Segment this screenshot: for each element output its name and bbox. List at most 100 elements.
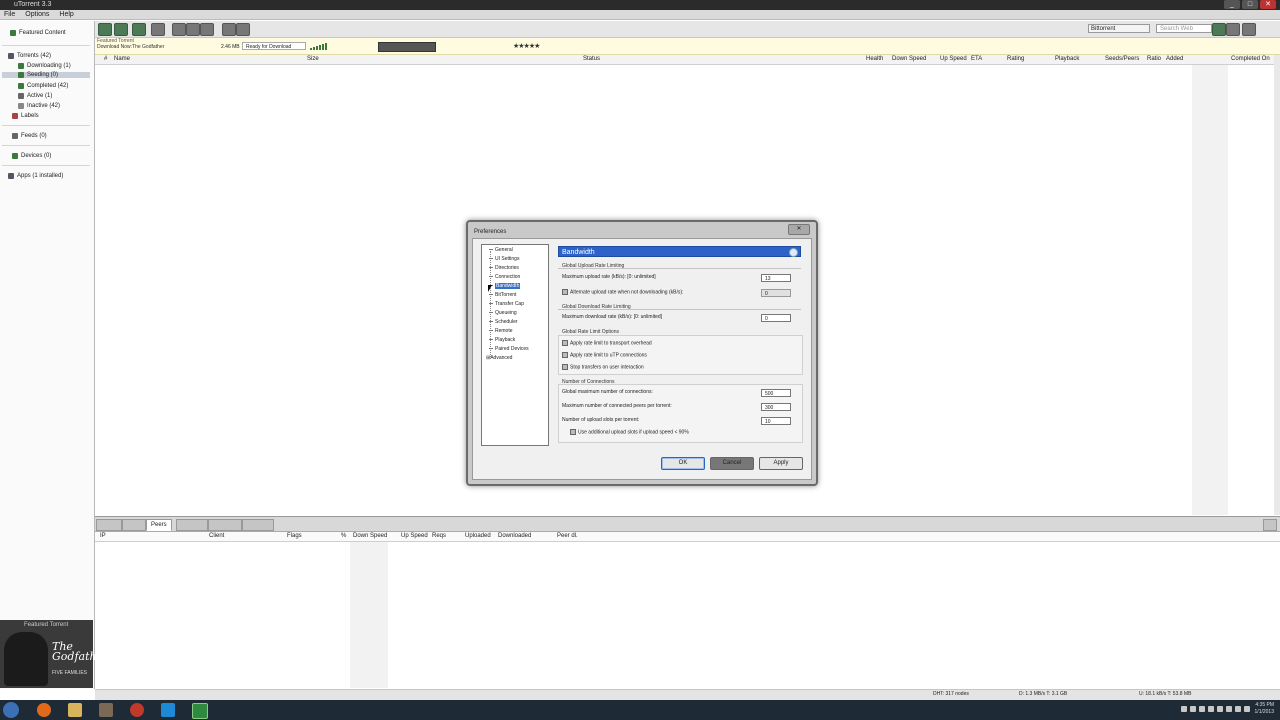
peer-col-flags[interactable]: Flags — [287, 533, 302, 539]
tray-icon[interactable] — [1235, 706, 1241, 712]
col-up-speed[interactable]: Up Speed — [940, 56, 967, 62]
peers-per-torrent-input[interactable]: 300 — [761, 403, 791, 411]
collapse-panel-icon[interactable] — [1263, 519, 1277, 531]
col-size[interactable]: Size — [307, 56, 319, 62]
create-torrent-icon[interactable] — [132, 23, 146, 36]
close-window-button[interactable]: ✕ — [1260, 0, 1276, 9]
banner-title[interactable]: Download Now:The Godfather — [97, 44, 164, 50]
minimize-button[interactable]: _ — [1224, 0, 1240, 9]
tree-item-advanced[interactable]: ⊞Advanced — [486, 355, 512, 361]
menu-options[interactable]: Options — [25, 10, 49, 19]
tray-icon[interactable] — [1226, 706, 1232, 712]
sidebar-item-devices[interactable]: Devices (0) — [12, 153, 51, 159]
alt-upload-checkbox[interactable]: Alternate upload rate when not downloadi… — [562, 289, 683, 295]
overhead-checkbox[interactable]: Apply rate limit to transport overhead — [562, 340, 652, 346]
chat-icon[interactable] — [1226, 23, 1240, 36]
ok-button[interactable]: OK — [661, 457, 705, 470]
tray-icon[interactable] — [1244, 706, 1250, 712]
skype-icon[interactable] — [161, 703, 175, 717]
tab-files[interactable] — [96, 519, 122, 531]
sidebar-item-inactive[interactable]: Inactive (42) — [18, 103, 60, 109]
maximize-button[interactable]: □ — [1242, 0, 1258, 9]
start-icon[interactable] — [172, 23, 186, 36]
col-playback[interactable]: Playback — [1055, 56, 1079, 62]
max-upload-input[interactable]: 13 — [761, 274, 791, 282]
app-icon[interactable] — [99, 703, 113, 717]
record-icon[interactable] — [130, 703, 144, 717]
sidebar-item-downloading[interactable]: Downloading (1) — [18, 63, 71, 69]
settings-gear-icon[interactable] — [1242, 23, 1256, 36]
tree-item-ui-settings[interactable]: UI Settings — [489, 256, 519, 262]
apply-button[interactable]: Apply — [759, 457, 803, 470]
pause-icon[interactable] — [186, 23, 200, 36]
sidebar-item-completed[interactable]: Completed (42) — [18, 83, 68, 89]
peer-col-peer-dl[interactable]: Peer dl. — [557, 533, 578, 539]
tree-item-bandwidth[interactable]: Bandwidth — [489, 283, 521, 289]
tray-icon[interactable] — [1217, 706, 1223, 712]
col-status[interactable]: Status — [583, 56, 600, 62]
stop-transfers-checkbox[interactable]: Stop transfers on user interaction — [562, 364, 644, 370]
tree-item-queueing[interactable]: Queueing — [489, 310, 517, 316]
col-seeds-peers[interactable]: Seeds/Peers — [1105, 56, 1139, 62]
featured-torrent-ad[interactable]: Featured Torrent The Godfather FIVE FAMI… — [0, 620, 108, 688]
tray-icon[interactable] — [1208, 706, 1214, 712]
max-download-input[interactable]: 0 — [761, 314, 791, 322]
peer-col-downloaded[interactable]: Downloaded — [498, 533, 531, 539]
peer-col-up-speed[interactable]: Up Speed — [401, 533, 428, 539]
sidebar-item-featured[interactable]: Featured Content — [10, 30, 66, 36]
col-down-speed[interactable]: Down Speed — [892, 56, 926, 62]
add-torrent-icon[interactable] — [98, 23, 112, 36]
sidebar-item-apps[interactable]: Apps (1 installed) — [8, 173, 63, 179]
peer-col-percent[interactable]: % — [341, 533, 346, 539]
move-down-icon[interactable] — [236, 23, 250, 36]
sidebar-item-labels[interactable]: Labels — [12, 113, 39, 119]
dialog-close-button[interactable]: ✕ — [788, 224, 810, 235]
sidebar-item-seeding[interactable]: Seeding (0) — [2, 72, 90, 78]
col-eta[interactable]: ETA — [971, 56, 982, 62]
cancel-button[interactable]: Cancel — [710, 457, 754, 470]
tree-item-bittorrent[interactable]: BitTorrent — [489, 292, 516, 298]
sidebar-item-torrents[interactable]: Torrents (42) — [8, 53, 51, 59]
peer-col-reqs[interactable]: Reqs — [432, 533, 446, 539]
global-connections-input[interactable]: 500 — [761, 389, 791, 397]
tab-trackers[interactable] — [176, 519, 208, 531]
col-ratio[interactable]: Ratio — [1147, 56, 1161, 62]
col-health[interactable]: Health — [866, 56, 883, 62]
tray-icon[interactable] — [1190, 706, 1196, 712]
col-number[interactable]: # — [104, 56, 107, 62]
search-provider-select[interactable]: Bittorrent — [1088, 24, 1150, 33]
utorrent-taskbar-icon[interactable] — [192, 703, 208, 719]
remove-icon[interactable] — [151, 23, 165, 36]
list-scrollbar[interactable] — [1274, 55, 1280, 515]
tab-info[interactable] — [122, 519, 146, 531]
tree-item-scheduler[interactable]: Scheduler — [489, 319, 518, 325]
menu-file[interactable]: File — [4, 10, 15, 19]
utp-checkbox[interactable]: Apply rate limit to uTP connections — [562, 352, 647, 358]
tree-item-general[interactable]: General — [489, 247, 513, 253]
start-menu-button[interactable] — [3, 702, 19, 718]
alt-upload-input[interactable]: 0 — [761, 289, 791, 297]
stop-icon[interactable] — [200, 23, 214, 36]
peer-col-uploaded[interactable]: Uploaded — [465, 533, 491, 539]
help-icon[interactable] — [789, 248, 798, 257]
tab-logger[interactable] — [242, 519, 274, 531]
peer-col-client[interactable]: Client — [209, 533, 224, 539]
banner-download-button[interactable] — [378, 42, 436, 52]
add-url-icon[interactable] — [114, 23, 128, 36]
tree-item-directories[interactable]: Directories — [489, 265, 519, 271]
sidebar-item-feeds[interactable]: Feeds (0) — [12, 133, 47, 139]
peer-col-down-speed[interactable]: Down Speed — [353, 533, 387, 539]
tree-item-transfer-cap[interactable]: Transfer Cap — [489, 301, 524, 307]
tree-item-connection[interactable]: Connection — [489, 274, 520, 280]
menu-help[interactable]: Help — [59, 10, 73, 19]
system-clock[interactable]: 4:35 PM 1/1/2013 — [1255, 702, 1274, 716]
remote-icon[interactable] — [1212, 23, 1226, 36]
extra-slots-checkbox[interactable]: Use additional upload slots if upload sp… — [570, 429, 689, 435]
sidebar-item-active[interactable]: Active (1) — [18, 93, 52, 99]
tray-icon[interactable] — [1181, 706, 1187, 712]
tree-item-playback[interactable]: Playback — [489, 337, 515, 343]
col-completed-on[interactable]: Completed On — [1231, 56, 1270, 62]
col-name[interactable]: Name — [114, 56, 130, 62]
upload-slots-input[interactable]: 10 — [761, 417, 791, 425]
col-rating[interactable]: Rating — [1007, 56, 1024, 62]
